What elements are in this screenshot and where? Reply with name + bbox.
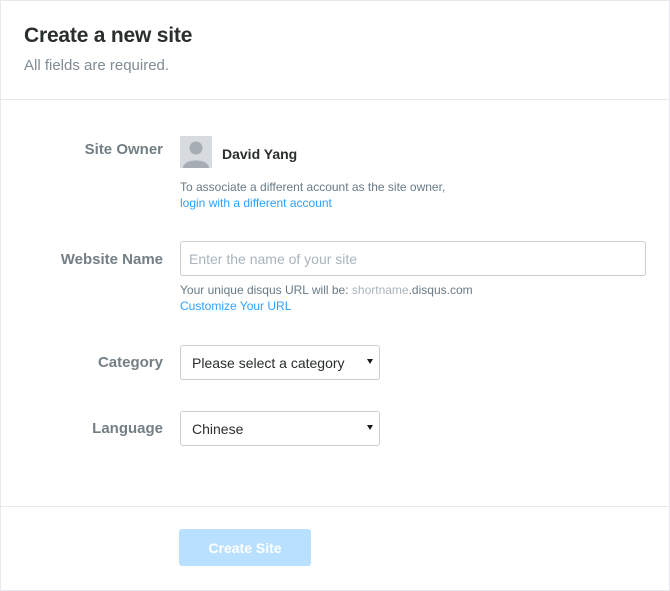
page-subtitle: All fields are required. bbox=[24, 57, 170, 74]
chevron-down-icon bbox=[367, 359, 373, 364]
create-site-panel: Create a new site All fields are require… bbox=[0, 0, 670, 591]
site-owner-help-text: To associate a different account as the … bbox=[180, 180, 446, 194]
url-shortname-text: shortname bbox=[351, 283, 409, 297]
login-different-account-link[interactable]: login with a different account bbox=[180, 196, 332, 210]
site-owner-name: David Yang bbox=[222, 146, 298, 162]
category-selected-value: Please select a category bbox=[192, 355, 345, 371]
avatar-silhouette bbox=[180, 136, 212, 168]
url-domain-text: .disqus.com bbox=[408, 283, 473, 297]
language-label: Language bbox=[92, 420, 163, 437]
chevron-down-icon bbox=[367, 425, 373, 430]
website-name-label: Website Name bbox=[60, 251, 163, 268]
customize-url-link[interactable]: Customize Your URL bbox=[180, 299, 291, 313]
language-select[interactable]: Chinese bbox=[180, 411, 380, 446]
page-title: Create a new site bbox=[24, 24, 193, 47]
website-name-input[interactable] bbox=[180, 241, 646, 276]
category-label: Category bbox=[97, 354, 163, 371]
url-prefix-text: Your unique disqus URL will be: bbox=[180, 283, 349, 297]
disqus-url-help: Your unique disqus URL will be: shortnam… bbox=[180, 283, 473, 297]
panel-header: Create a new site All fields are require… bbox=[1, 1, 669, 100]
create-site-button[interactable]: Create Site bbox=[179, 529, 311, 566]
panel-footer bbox=[1, 506, 669, 590]
site-owner-label: Site Owner bbox=[84, 141, 163, 158]
language-selected-value: Chinese bbox=[192, 421, 244, 437]
category-select[interactable]: Please select a category bbox=[180, 345, 380, 380]
user-avatar-icon bbox=[180, 136, 212, 168]
